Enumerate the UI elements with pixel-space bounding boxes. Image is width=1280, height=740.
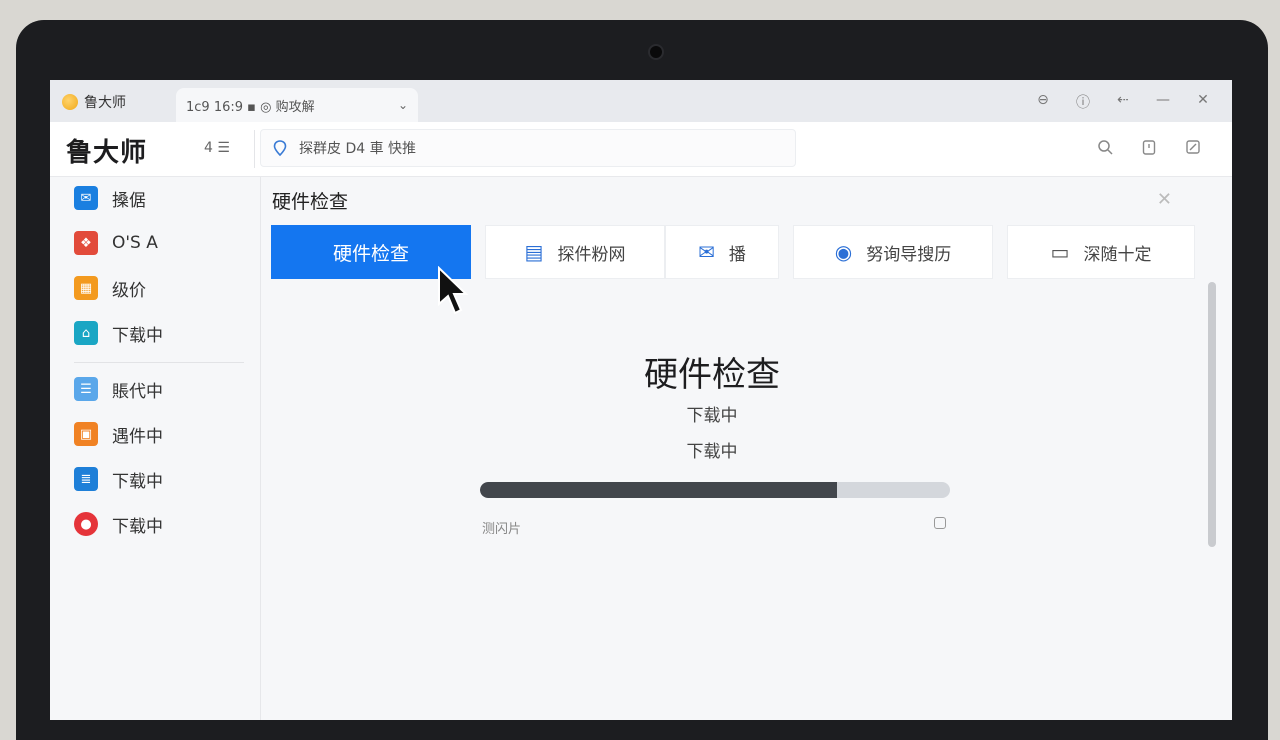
page-title: 硬件检查 bbox=[272, 191, 349, 213]
briefcase-icon: ▣ bbox=[74, 422, 98, 446]
sidebar-item-6[interactable]: ▣ 遇件中 bbox=[74, 419, 163, 449]
app-header: 鲁大师 4 ☰ 探群皮 D4 車 快推 bbox=[50, 122, 1232, 177]
tab-label: 努询导搜历 bbox=[866, 244, 952, 265]
tab-label: 探件粉网 bbox=[557, 244, 626, 265]
tab-4[interactable]: ◉ 努询导搜历 bbox=[793, 225, 993, 279]
clipboard-icon[interactable] bbox=[1140, 138, 1158, 156]
header-count[interactable]: 4 ☰ bbox=[204, 140, 230, 156]
location-pin-icon bbox=[273, 140, 287, 157]
monitor-icon: ▭ bbox=[1050, 240, 1070, 264]
screen: 鲁大师 1c9 16:9 ▪ ◎ 购攻解 ⌄ ⊖ ⓘ ⇠ — ✕ 鲁大师 4 ☰… bbox=[50, 80, 1232, 720]
info-icon[interactable]: ⓘ bbox=[1074, 92, 1092, 112]
mouse-cursor-icon bbox=[438, 266, 469, 315]
tab-title: 1c9 16:9 ▪ ◎ 购攻解 bbox=[186, 99, 315, 115]
list-icon: ☰ bbox=[74, 377, 98, 401]
tab-label: 播 bbox=[728, 244, 746, 265]
header-icons bbox=[1096, 138, 1202, 156]
edit-icon[interactable] bbox=[1184, 138, 1202, 156]
sidebar-item-label: 賬代中 bbox=[112, 381, 163, 402]
sidebar-item-8[interactable]: ● 下载中 bbox=[74, 509, 163, 539]
tab-2[interactable]: ▤ 探件粉网 bbox=[485, 225, 665, 279]
hardware-check-heading: 硬件检查 bbox=[644, 355, 780, 395]
minimize-button[interactable]: — bbox=[1154, 92, 1172, 112]
sidebar-item-label: 下载中 bbox=[112, 471, 163, 492]
status-text-2: 下载中 bbox=[686, 442, 738, 462]
table-icon: ▤ bbox=[524, 240, 544, 264]
sidebar: ✉ 搡倨 ❖ O'S A ▦ 级价 ⌂ 下载中 ☰ 賬代中 ▣ 遇件中 ≣ 下载… bbox=[50, 177, 261, 720]
sidebar-item-4[interactable]: ⌂ 下载中 bbox=[74, 318, 163, 348]
search-bar[interactable]: 探群皮 D4 車 快推 bbox=[260, 129, 796, 167]
close-button[interactable]: ✕ bbox=[1194, 92, 1212, 112]
feedback-icon[interactable]: ⊖ bbox=[1034, 92, 1052, 112]
window-controls: ⊖ ⓘ ⇠ — ✕ bbox=[1034, 92, 1212, 112]
grid-icon: ▦ bbox=[74, 276, 98, 300]
progress-bar bbox=[480, 482, 950, 498]
sidebar-item-label: 下载中 bbox=[112, 325, 163, 346]
sidebar-divider bbox=[74, 362, 244, 363]
tab-label: 硬件检查 bbox=[332, 242, 409, 265]
eye-icon: ◉ bbox=[834, 240, 853, 264]
browser-tab-active[interactable]: 1c9 16:9 ▪ ◎ 购攻解 ⌄ bbox=[176, 88, 418, 122]
sidebar-item-7[interactable]: ≣ 下载中 bbox=[74, 464, 163, 494]
sidebar-item-2[interactable]: ❖ O'S A bbox=[74, 228, 158, 258]
search-text: 探群皮 D4 車 快推 bbox=[299, 141, 417, 157]
sidebar-item-label: 遇件中 bbox=[112, 426, 163, 447]
progress-status-icon bbox=[934, 517, 946, 529]
puzzle-icon: ❖ bbox=[74, 231, 98, 255]
back-icon[interactable]: ⇠ bbox=[1114, 92, 1132, 112]
home-icon: ⌂ bbox=[74, 321, 98, 345]
sidebar-item-label: O'S A bbox=[112, 233, 158, 253]
chevron-down-icon[interactable]: ⌄ bbox=[398, 98, 408, 112]
sidebar-item-label: 下载中 bbox=[112, 516, 163, 537]
sidebar-item-label: 搡倨 bbox=[112, 190, 146, 211]
app-logo-icon bbox=[62, 94, 78, 110]
app-tab-label: 鲁大师 bbox=[84, 95, 126, 111]
progress-caption: 测闪片 bbox=[482, 522, 522, 537]
close-icon[interactable]: ✕ bbox=[1157, 189, 1172, 210]
sidebar-item-3[interactable]: ▦ 级价 bbox=[74, 273, 146, 303]
app-tab[interactable]: 鲁大师 bbox=[62, 90, 126, 114]
tab-bar: 硬件检查 ▤ 探件粉网 ✉ 播 ◉ 努询导搜历 ▭ 深随十定 bbox=[271, 225, 1195, 279]
brand-logo: 鲁大师 bbox=[66, 138, 148, 168]
main-panel: 硬件检查 ✕ 硬件检查 ▤ 探件粉网 ✉ 播 ◉ 努询导搜历 ▭ 深随十定 硬件… bbox=[262, 177, 1222, 720]
webcam bbox=[650, 46, 662, 58]
status-text-1: 下载中 bbox=[686, 406, 738, 426]
title-bar: 鲁大师 1c9 16:9 ▪ ◎ 购攻解 ⌄ ⊖ ⓘ ⇠ — ✕ bbox=[50, 80, 1232, 122]
sidebar-item-label: 级价 bbox=[112, 280, 146, 301]
sidebar-item-1[interactable]: ✉ 搡倨 bbox=[74, 183, 146, 213]
document-icon: ≣ bbox=[74, 467, 98, 491]
tab-3[interactable]: ✉ 播 bbox=[665, 225, 779, 279]
progress-fill bbox=[480, 482, 838, 498]
sidebar-item-5[interactable]: ☰ 賬代中 bbox=[74, 374, 163, 404]
mail-open-icon: ✉ bbox=[698, 240, 715, 264]
tab-5[interactable]: ▭ 深随十定 bbox=[1007, 225, 1195, 279]
mail-icon: ✉ bbox=[74, 186, 98, 210]
scrollbar[interactable] bbox=[1208, 282, 1216, 547]
tab-label: 深随十定 bbox=[1083, 244, 1152, 265]
header-divider bbox=[254, 130, 255, 168]
car-icon: ● bbox=[74, 512, 98, 536]
search-icon[interactable] bbox=[1096, 138, 1114, 156]
